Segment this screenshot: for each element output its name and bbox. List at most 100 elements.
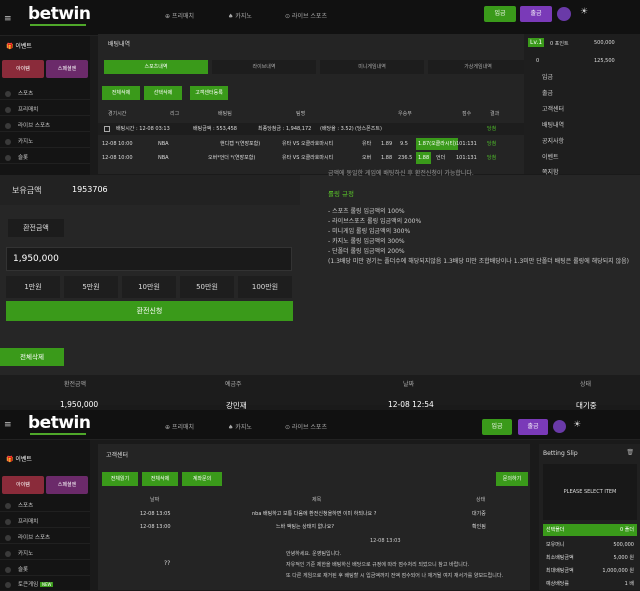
casino-icon xyxy=(5,139,11,145)
bet-summary-row: 배팅시간 : 12-08 03:13 배팅금액 : 553,458 최종당첨금 … xyxy=(98,123,528,135)
tile-items[interactable]: 아이템 xyxy=(2,476,44,494)
slip-row: 선택폴더 0 폴더 xyxy=(543,524,637,536)
menu-event[interactable]: 이벤트 xyxy=(542,152,559,161)
table-row[interactable]: 12-08 13:05 nba 배팅하고 보통 다음에 환전신청을하면 이미 하… xyxy=(98,508,530,520)
menu-support[interactable]: 고객센터 xyxy=(542,104,564,113)
reply-date: 12-08 13:03 xyxy=(370,538,401,544)
account-inquiry-button[interactable]: 계좌문의 xyxy=(182,472,222,486)
amount-500k-button[interactable]: 50만원 xyxy=(180,276,234,298)
token-icon xyxy=(5,582,11,588)
top-header: ≡ betwin ⊕ 프리매치 ♠ 카지노 ⊙ 라이브 스포츠 입금 출금 ☀ xyxy=(0,0,640,36)
tile-special[interactable]: 스페셜엔 xyxy=(46,60,88,78)
amount-1m-button[interactable]: 100만원 xyxy=(238,276,292,298)
support-panel: 고객센터 전체읽기 전체삭제 계좌문의 문의하기 날짜 제목 상태 12-08 … xyxy=(98,444,530,590)
slip-row: 최소배팅금액 5,000 원 xyxy=(546,555,634,561)
nav-casino[interactable]: ♠ 카지노 xyxy=(228,422,252,431)
sidebar-item-sports[interactable]: 스포츠 xyxy=(0,500,90,512)
betting-history-panel: 배팅내역 스포츠내역 라이브내역 미니게임내역 가상게임내역 전체삭제 선택삭제… xyxy=(98,34,528,174)
sports-icon xyxy=(5,91,11,97)
tile-special[interactable]: 스페셜엔 xyxy=(46,476,88,494)
reply-body: 안녕하세요. 운영팀입니다. 자유적인 기준 제한을 배팅하신 배당으로 규정에… xyxy=(286,551,504,579)
theme-toggle-icon[interactable]: ☀ xyxy=(573,420,581,430)
menu-notice[interactable]: 공지사항 xyxy=(542,136,564,145)
betting-history-title: 배팅내역 xyxy=(108,41,131,48)
question-text: ?? xyxy=(164,560,171,567)
event-label[interactable]: 🎁 이벤트 xyxy=(6,454,32,463)
points-label: 0 포인트 xyxy=(550,41,569,47)
money-value: 500,000 xyxy=(594,40,615,46)
support-title: 고객센터 xyxy=(106,452,129,459)
apply-exchange-button[interactable]: 환전신청 xyxy=(6,301,293,321)
tab-live-history[interactable]: 라이브내역 xyxy=(212,60,316,74)
withdraw-button[interactable]: 출금 xyxy=(520,6,552,22)
sidebar-item-live[interactable]: 라이브 스포츠 xyxy=(0,120,90,132)
trash-icon[interactable]: 🗑 xyxy=(626,449,634,456)
row-checkbox[interactable] xyxy=(104,126,110,132)
withdraw-button[interactable]: 출금 xyxy=(518,419,548,435)
amount-100k-button[interactable]: 10만원 xyxy=(122,276,176,298)
live-icon xyxy=(5,535,11,541)
tab-minigame-history[interactable]: 미니게임내역 xyxy=(320,60,424,74)
exchange-delete-all-button[interactable]: 전체삭제 xyxy=(0,348,64,366)
betting-slip-title: Betting Slip xyxy=(543,450,578,457)
menu-deposit[interactable]: 입금 xyxy=(542,72,553,81)
slip-row: 예상배당률 1 배 xyxy=(546,581,634,587)
menu-icon[interactable]: ≡ xyxy=(4,420,12,430)
sidebar-item-slot[interactable]: 슬롯 xyxy=(0,564,90,576)
deposit-button[interactable]: 입금 xyxy=(482,419,512,435)
menu-history[interactable]: 배팅내역 xyxy=(542,120,564,129)
tab-virtual-history[interactable]: 가상게임내역 xyxy=(428,60,528,74)
new-badge: NEW xyxy=(40,582,54,587)
exchange-amount-input[interactable]: 1,950,000 xyxy=(6,247,292,271)
balance-row: 보유금액 1953706 xyxy=(0,175,300,205)
sidebar-item-casino[interactable]: 카지노 xyxy=(0,548,90,560)
sidebar-item-slot[interactable]: 슬롯 xyxy=(0,152,90,164)
avatar[interactable] xyxy=(557,7,571,21)
amount-50k-button[interactable]: 5만원 xyxy=(64,276,118,298)
bonus-value: 125,500 xyxy=(594,58,615,64)
coin-value: 0 xyxy=(536,58,540,64)
table-row[interactable]: 12-08 13:00 느바 액팅는 상태지 없나요? 확인됨 xyxy=(98,521,530,533)
exchange-table: 환전금액 예금주 날짜 상태 1,950,000 강민재 12-08 12:54… xyxy=(0,375,640,410)
logo[interactable]: betwin xyxy=(28,4,91,26)
prematch-icon xyxy=(5,519,11,525)
live-icon xyxy=(5,123,11,129)
theme-toggle-icon[interactable]: ☀ xyxy=(580,7,588,17)
register-support-button[interactable]: 고객센터등록 xyxy=(190,86,228,100)
menu-withdraw[interactable]: 출금 xyxy=(542,88,553,97)
table-row[interactable]: 12-08 10:00 NBA 핸디캡 *(연장포함) 유타 VS 오클라호마시… xyxy=(98,138,528,150)
support-table-header: 날짜 제목 상태 xyxy=(150,497,486,503)
betting-slip-panel: Betting Slip 🗑 PLEASE SELECT ITEM 선택폴더 0 … xyxy=(539,444,640,590)
sidebar-item-token[interactable]: 토큰게임 NEW xyxy=(0,579,90,591)
nav-casino[interactable]: ♠ 카지노 xyxy=(228,11,252,20)
sidebar-item-casino[interactable]: 카지노 xyxy=(0,136,90,148)
sidebar-item-sports[interactable]: 스포츠 xyxy=(0,88,90,100)
bottom-header: ≡ betwin ⊕ 프리매치 ♠ 카지노 ⊙ 라이브 스포츠 입금 출금 ☀ xyxy=(0,410,640,440)
support-delete-all-button[interactable]: 전체삭제 xyxy=(142,472,178,486)
tile-items[interactable]: 아이템 xyxy=(2,60,44,78)
read-all-button[interactable]: 전체읽기 xyxy=(102,472,138,486)
sidebar-item-live[interactable]: 라이브 스포츠 xyxy=(0,532,90,544)
sports-icon xyxy=(5,503,11,509)
amount-10k-button[interactable]: 1만원 xyxy=(6,276,60,298)
nav-prematch[interactable]: ⊕ 프리매치 xyxy=(165,422,194,431)
logo[interactable]: betwin xyxy=(28,413,91,435)
sidebar-item-prematch[interactable]: 프리매치 xyxy=(0,104,90,116)
nav-prematch[interactable]: ⊕ 프리매치 xyxy=(165,11,194,20)
write-inquiry-button[interactable]: 문의하기 xyxy=(496,472,528,486)
deposit-button[interactable]: 입금 xyxy=(484,6,516,22)
exchange-amount-label: 환전금액 xyxy=(8,219,64,237)
sidebar-item-prematch[interactable]: 프리매치 xyxy=(0,516,90,528)
table-row[interactable]: 12-08 10:00 NBA 오버*언더 *(연장포함) 유타 VS 오클라호… xyxy=(98,152,528,164)
delete-selected-button[interactable]: 선택삭제 xyxy=(144,86,182,100)
rules-top-text: 금액에 동일한 게임에 배팅하신 후 환전신청이 가능합니다. xyxy=(328,170,474,177)
nav-live-sports[interactable]: ⊙ 라이브 스포츠 xyxy=(285,11,327,20)
event-label[interactable]: 🎁 이벤트 xyxy=(6,41,32,50)
sidebar: 🎁 이벤트 아이템 스페셜엔 스포츠 프리매치 라이브 스포츠 카지노 슬롯 토… xyxy=(0,440,90,590)
avatar[interactable] xyxy=(553,420,566,433)
nav-live-sports[interactable]: ⊙ 라이브 스포츠 xyxy=(285,422,327,431)
tab-sports-history[interactable]: 스포츠내역 xyxy=(104,60,208,74)
exchange-section: 보유금액 1953706 환전금액 1,950,000 1만원 5만원 10만원… xyxy=(0,170,640,410)
delete-all-button[interactable]: 전체삭제 xyxy=(102,86,140,100)
menu-icon[interactable]: ≡ xyxy=(4,14,12,24)
